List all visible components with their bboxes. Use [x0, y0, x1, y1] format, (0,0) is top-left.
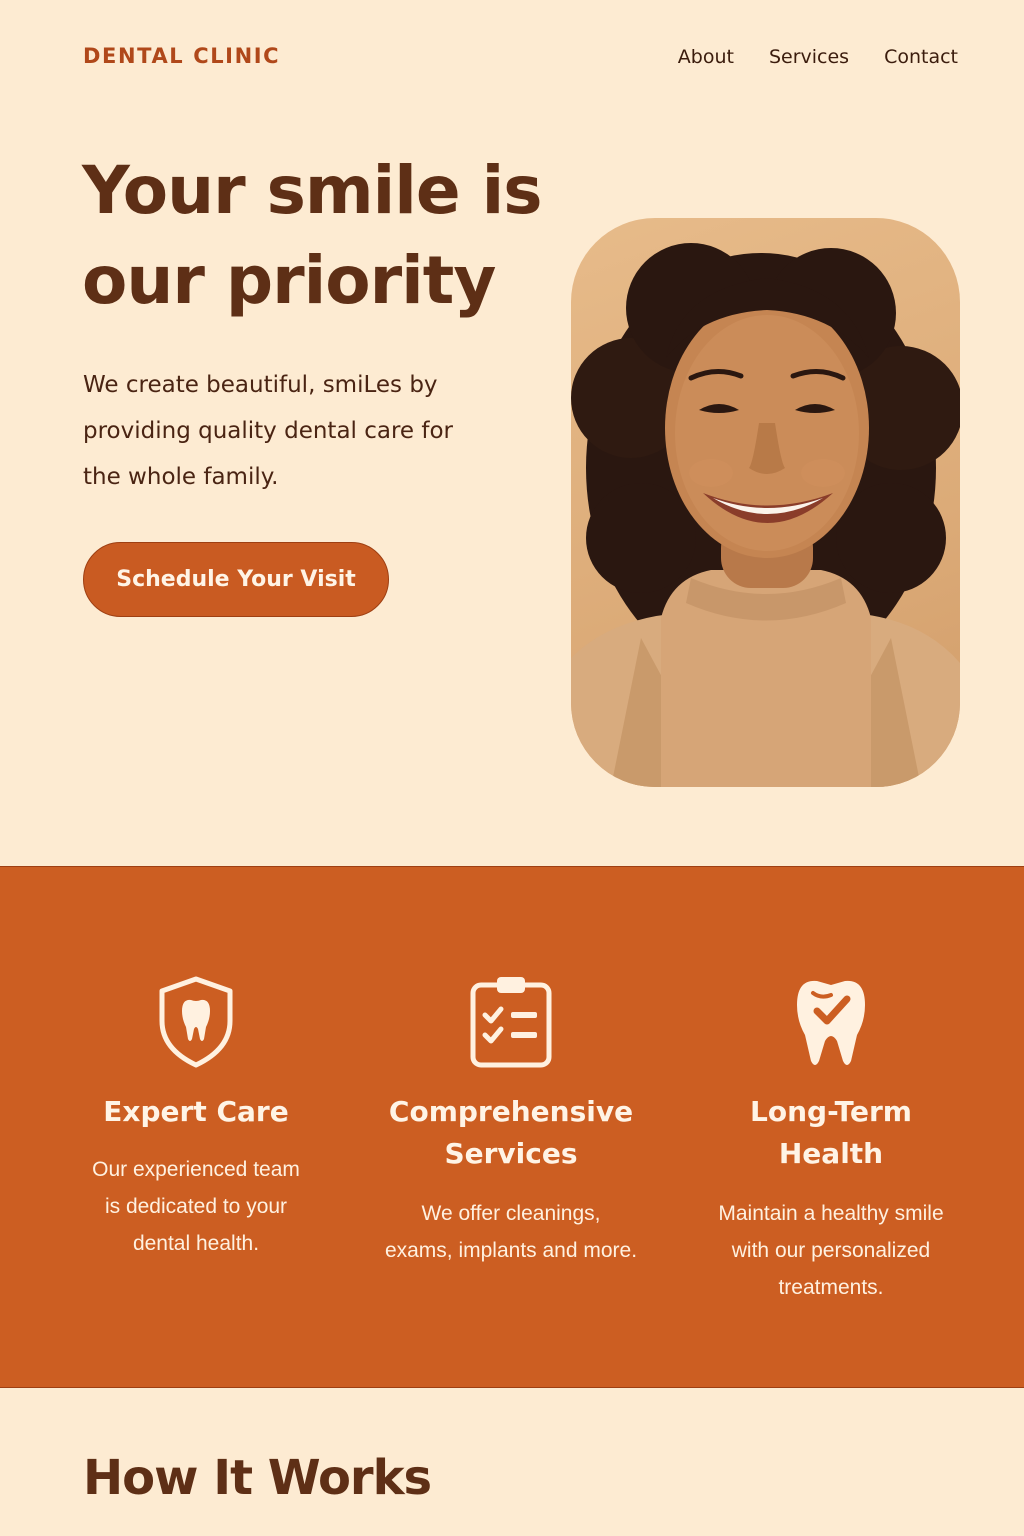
feature-text-line: exams, implants and more.: [384, 1239, 638, 1262]
feature-text-line: We offer cleanings,: [421, 1202, 601, 1225]
hero-title-line-2: our priority: [82, 242, 496, 319]
feature-text-line: with our personalized: [731, 1239, 931, 1262]
hero-title-line-1: Your smile is: [82, 152, 543, 229]
feature-text-line: treatments.: [778, 1276, 884, 1299]
hero-title: Your smile is our priority: [82, 146, 562, 326]
schedule-visit-button[interactable]: Schedule Your Visit: [83, 542, 389, 617]
nav-link-about[interactable]: About: [678, 46, 734, 68]
tooth-check-icon: [791, 975, 871, 1074]
feature-title-line: Expert Care: [103, 1095, 289, 1128]
hero-portrait-photo: [571, 218, 960, 787]
feature-text-line: Our experienced team: [92, 1158, 300, 1181]
feature-text-line: Maintain a healthy smile: [718, 1202, 944, 1225]
hero-description-line-1: We create beautiful, smiLes by: [83, 372, 438, 398]
site-header: DENTAL CLINIC About Services Contact: [0, 0, 1024, 115]
feature-title: Comprehensive Services: [361, 1091, 661, 1175]
feature-title-line: Health: [778, 1137, 884, 1170]
feature-text: Maintain a healthy smile with our person…: [681, 1195, 981, 1306]
clipboard-checklist-icon: [467, 975, 555, 1074]
nav-link-contact[interactable]: Contact: [884, 46, 958, 68]
hero-description-line-3: the whole family.: [83, 464, 279, 490]
feature-text: Our experienced team is dedicated to you…: [46, 1151, 346, 1262]
features-section: Expert Care Our experienced team is dedi…: [0, 866, 1024, 1388]
main-nav: About Services Contact: [678, 46, 958, 68]
shield-tooth-icon: [156, 975, 236, 1074]
hero-description-line-2: providing quality dental care for: [83, 418, 454, 444]
how-it-works-title: How It Works: [83, 1450, 432, 1506]
hero-description: We create beautiful, smiLes by providing…: [83, 362, 503, 500]
feature-title-line: Long-Term: [750, 1095, 912, 1128]
brand-logo-text[interactable]: DENTAL CLINIC: [83, 44, 280, 68]
feature-text-line: is dedicated to your: [104, 1195, 288, 1218]
feature-title-line: Services: [444, 1137, 578, 1170]
feature-title-line: Comprehensive: [388, 1095, 634, 1128]
feature-text: We offer cleanings, exams, implants and …: [361, 1195, 661, 1269]
feature-title: Long-Term Health: [681, 1091, 981, 1175]
feature-text-line: dental health.: [132, 1232, 260, 1255]
portrait-illustration: [571, 243, 960, 787]
nav-link-services[interactable]: Services: [769, 46, 849, 68]
feature-title: Expert Care: [46, 1091, 346, 1133]
